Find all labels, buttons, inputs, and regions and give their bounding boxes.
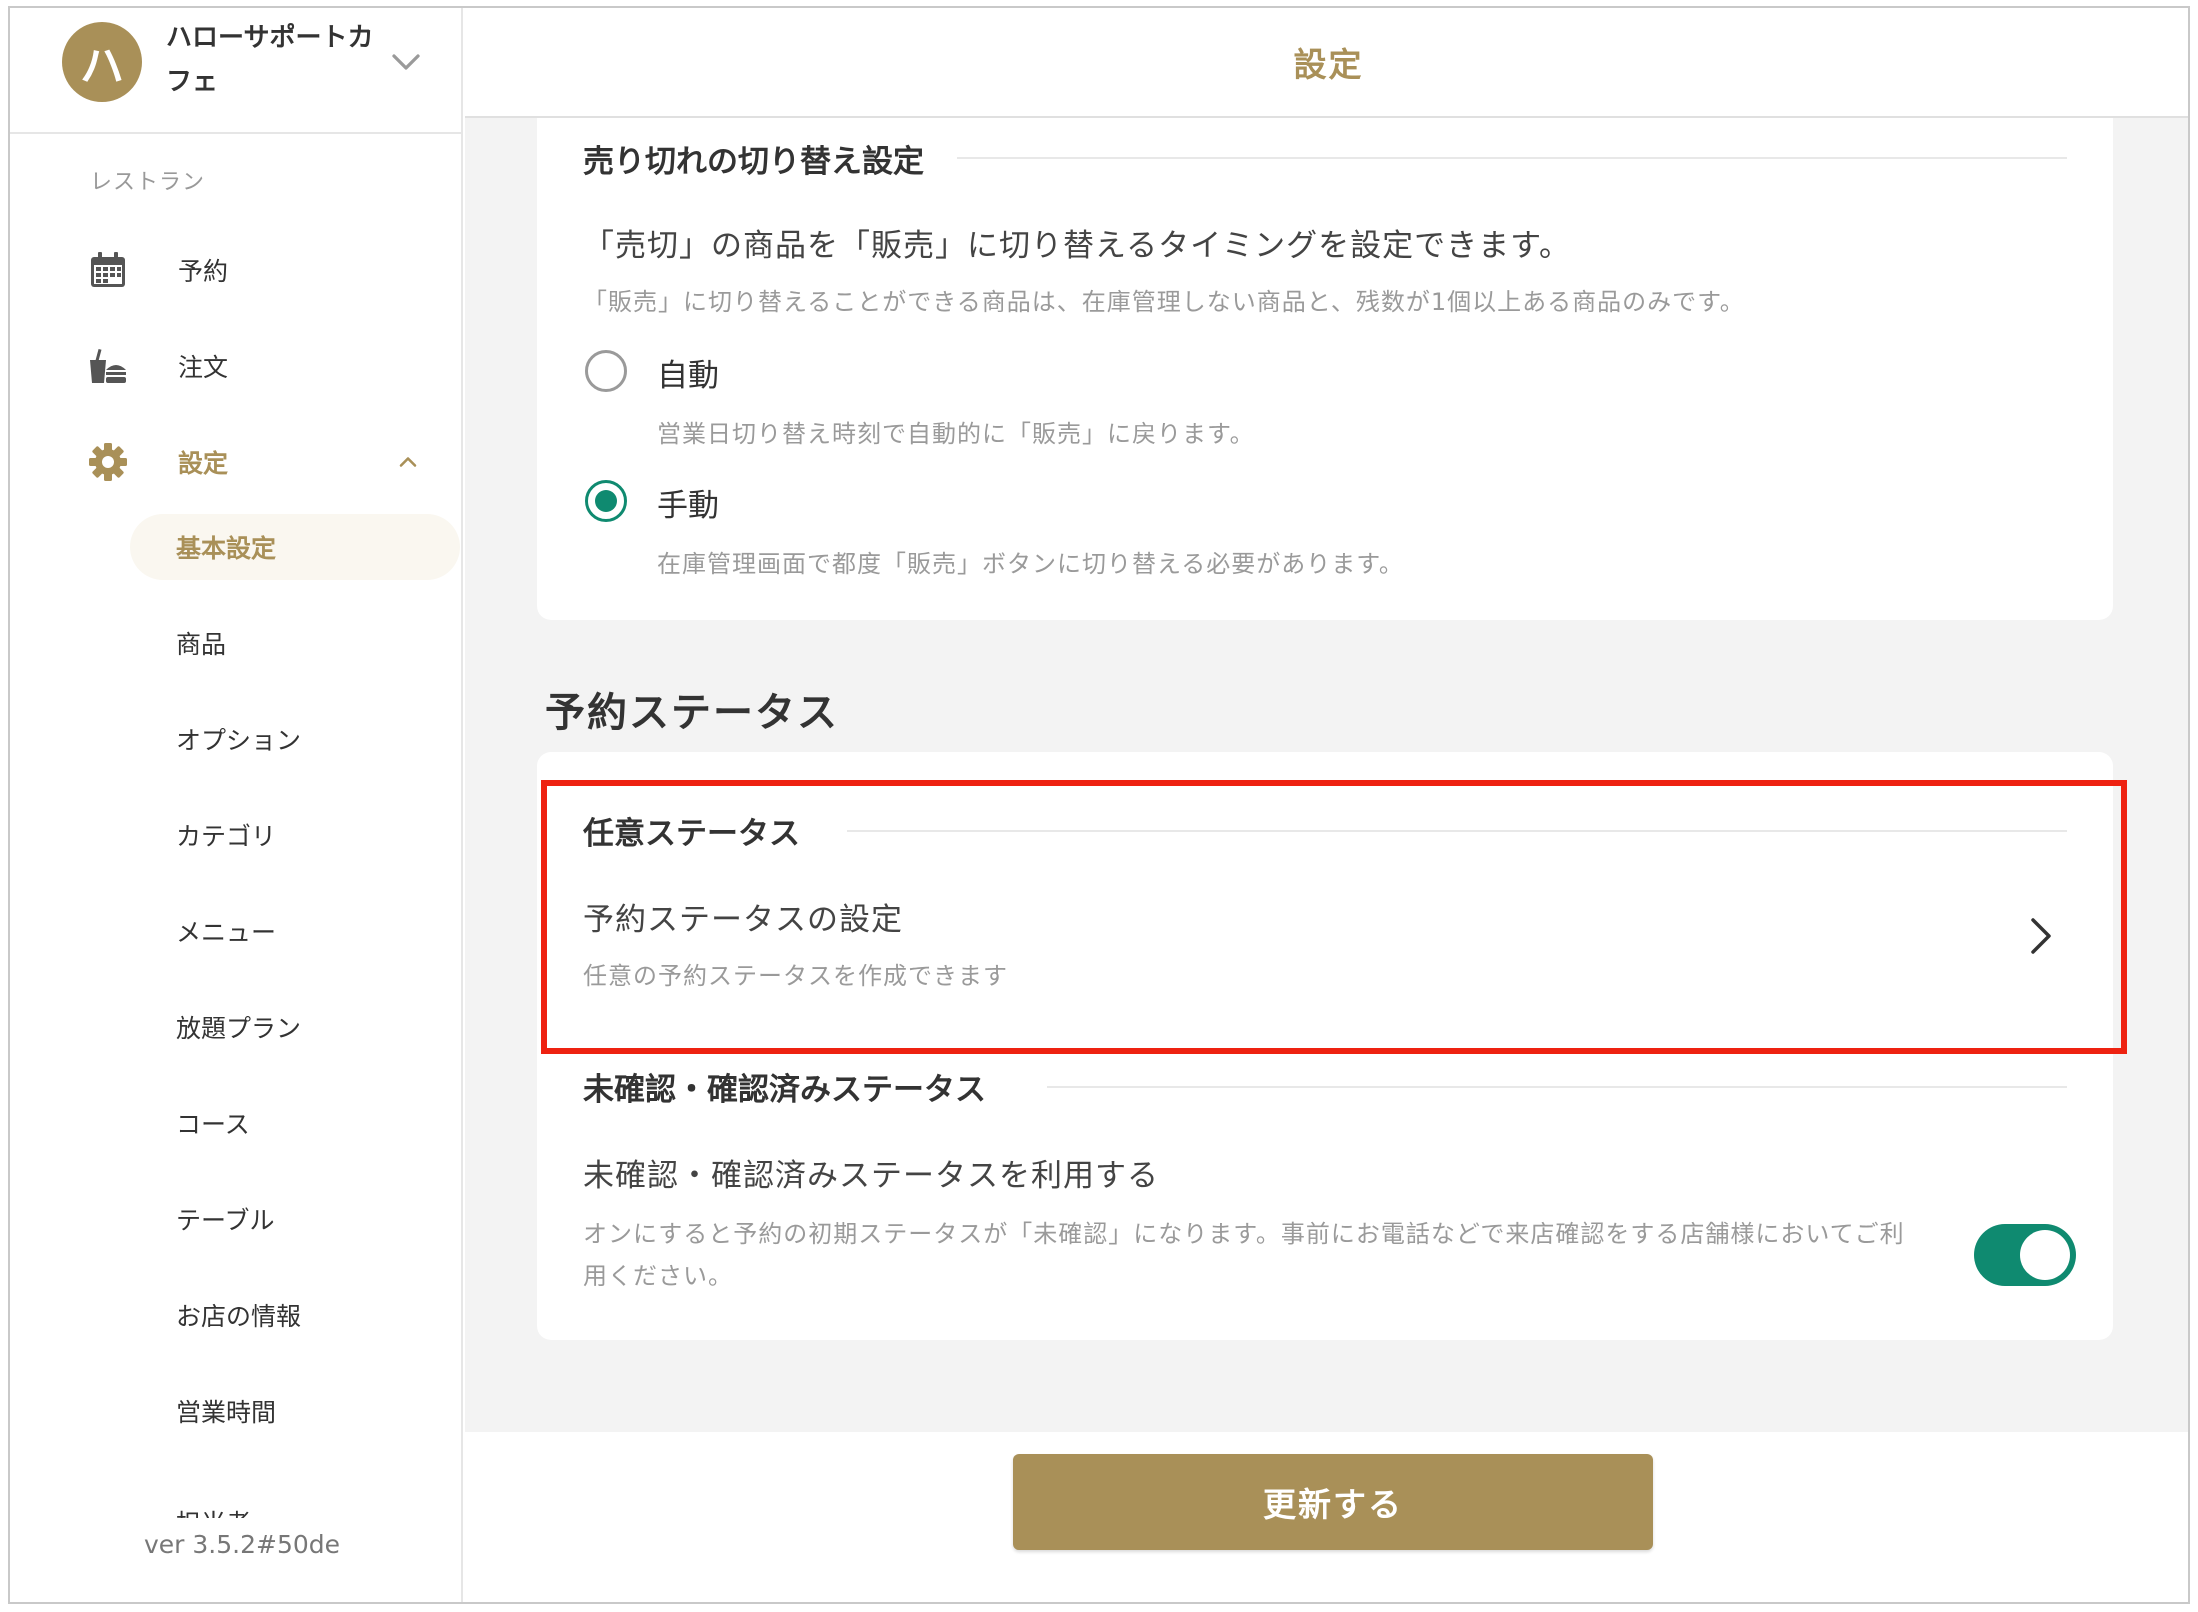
sidebar-item-order[interactable]: 注文	[10, 334, 463, 398]
confirm-status-toggle[interactable]	[1974, 1224, 2076, 1286]
radio-manual[interactable]	[585, 480, 627, 522]
sidebar-subitem-basic-settings[interactable]: 基本設定	[130, 514, 460, 580]
soldout-heading: 売り切れの切り替え設定	[583, 136, 954, 181]
divider	[1047, 1086, 2067, 1088]
update-button[interactable]: 更新する	[1013, 1454, 1653, 1550]
sidebar-subitem-label: オプション	[176, 726, 302, 755]
avatar: ハ	[62, 22, 142, 102]
sidebar-subitem-staff[interactable]: 担当者	[130, 1494, 460, 1518]
sidebar-subitem-label: 基本設定	[176, 534, 277, 563]
soldout-note: 「販売」に切り替えることができる商品は、在庫管理しない商品と、残数が1個以上ある…	[583, 288, 1745, 316]
soldout-description: 「売切」の商品を「販売」に切り替えるタイミングを設定できます。	[583, 228, 1571, 264]
food-icon	[86, 344, 130, 388]
sidebar-item-label: 設定	[178, 449, 229, 478]
store-switcher[interactable]: ハ ハローサポートカフェ	[10, 8, 463, 134]
sidebar-section-label: レストラン	[90, 170, 206, 195]
soldout-settings-card: 売り切れの切り替え設定 「売切」の商品を「販売」に切り替えるタイミングを設定でき…	[537, 118, 2113, 620]
sidebar-subitem-courses[interactable]: コース	[130, 1090, 460, 1156]
sidebar-subitem-store-info[interactable]: お店の情報	[130, 1282, 460, 1348]
radio-description: 営業日切り替え時刻で自動的に「販売」に戻ります。	[657, 420, 1255, 448]
sidebar-subitem-all-you-can-plans[interactable]: 放題プラン	[130, 994, 460, 1060]
radio-label: 手動	[657, 488, 719, 524]
sidebar-item-reservation[interactable]: 予約	[10, 238, 463, 302]
page-title: 設定	[1293, 45, 1364, 84]
chevron-up-icon[interactable]	[394, 448, 422, 476]
version-label: ver 3.5.2#50de	[144, 1530, 341, 1559]
sidebar-subitem-menu[interactable]: メニュー	[130, 898, 460, 964]
custom-status-title: 予約ステータスの設定	[583, 902, 903, 938]
reservation-status-title: 予約ステータス	[545, 690, 839, 736]
confirm-status-title: 未確認・確認済みステータスを利用する	[583, 1158, 1159, 1194]
toggle-knob	[2020, 1230, 2070, 1280]
sidebar-subitem-label: 商品	[176, 630, 227, 659]
reservation-status-card: 任意ステータス 予約ステータスの設定 任意の予約ステータスを作成できます 未確認…	[537, 752, 2113, 1340]
sidebar-subitem-label: テーブル	[176, 1206, 275, 1235]
radio-description: 在庫管理画面で都度「販売」ボタンに切り替える必要があります。	[657, 550, 1404, 578]
sidebar-subitem-label: お店の情報	[176, 1302, 302, 1331]
custom-status-description: 任意の予約ステータスを作成できます	[583, 962, 1008, 990]
calendar-icon	[86, 248, 130, 292]
sidebar: ハ ハローサポートカフェ レストラン 予約 注文 設定 基本設定 商品 オプショ…	[10, 8, 463, 1602]
sidebar-subitem-label: メニュー	[176, 918, 277, 947]
sidebar-subitem-label: 担当者	[176, 1504, 251, 1518]
confirm-status-description: オンにすると予約の初期ステータスが「未確認」になります。事前にお電話などで来店確…	[583, 1220, 1905, 1248]
confirm-status-heading: 未確認・確認済みステータス	[583, 1064, 1016, 1109]
sidebar-item-label: 予約	[178, 257, 229, 286]
chevron-down-icon[interactable]	[388, 44, 424, 80]
store-name: ハローサポートカフェ	[166, 23, 374, 97]
divider	[847, 830, 2067, 832]
confirm-status-description-cont: 用ください。	[583, 1262, 733, 1290]
sidebar-subitem-label: 営業時間	[176, 1398, 277, 1427]
sidebar-subitem-label: 放題プラン	[176, 1014, 302, 1043]
gear-icon	[86, 440, 130, 484]
sidebar-subitem-categories[interactable]: カテゴリ	[130, 802, 460, 868]
sidebar-subitem-label: カテゴリ	[176, 822, 277, 851]
sidebar-item-label: 注文	[178, 353, 229, 382]
main-content: 設定 売り切れの切り替え設定 「売切」の商品を「販売」に切り替えるタイミングを設…	[465, 8, 2188, 1602]
sidebar-subitem-business-hours[interactable]: 営業時間	[130, 1378, 460, 1444]
sidebar-subitem-tables[interactable]: テーブル	[130, 1186, 460, 1252]
divider	[957, 157, 2067, 159]
app-window: ハ ハローサポートカフェ レストラン 予約 注文 設定 基本設定 商品 オプショ…	[8, 6, 2190, 1604]
radio-label: 自動	[657, 358, 719, 394]
chevron-right-icon[interactable]	[2027, 916, 2055, 956]
radio-auto[interactable]	[585, 350, 627, 392]
sidebar-item-settings[interactable]: 設定	[10, 430, 463, 494]
sidebar-subitem-label: コース	[176, 1110, 250, 1139]
top-bar: 設定	[465, 8, 2188, 118]
sidebar-subitem-options[interactable]: オプション	[130, 706, 460, 772]
sidebar-subitem-products[interactable]: 商品	[130, 610, 460, 676]
custom-status-heading: 任意ステータス	[583, 808, 830, 853]
